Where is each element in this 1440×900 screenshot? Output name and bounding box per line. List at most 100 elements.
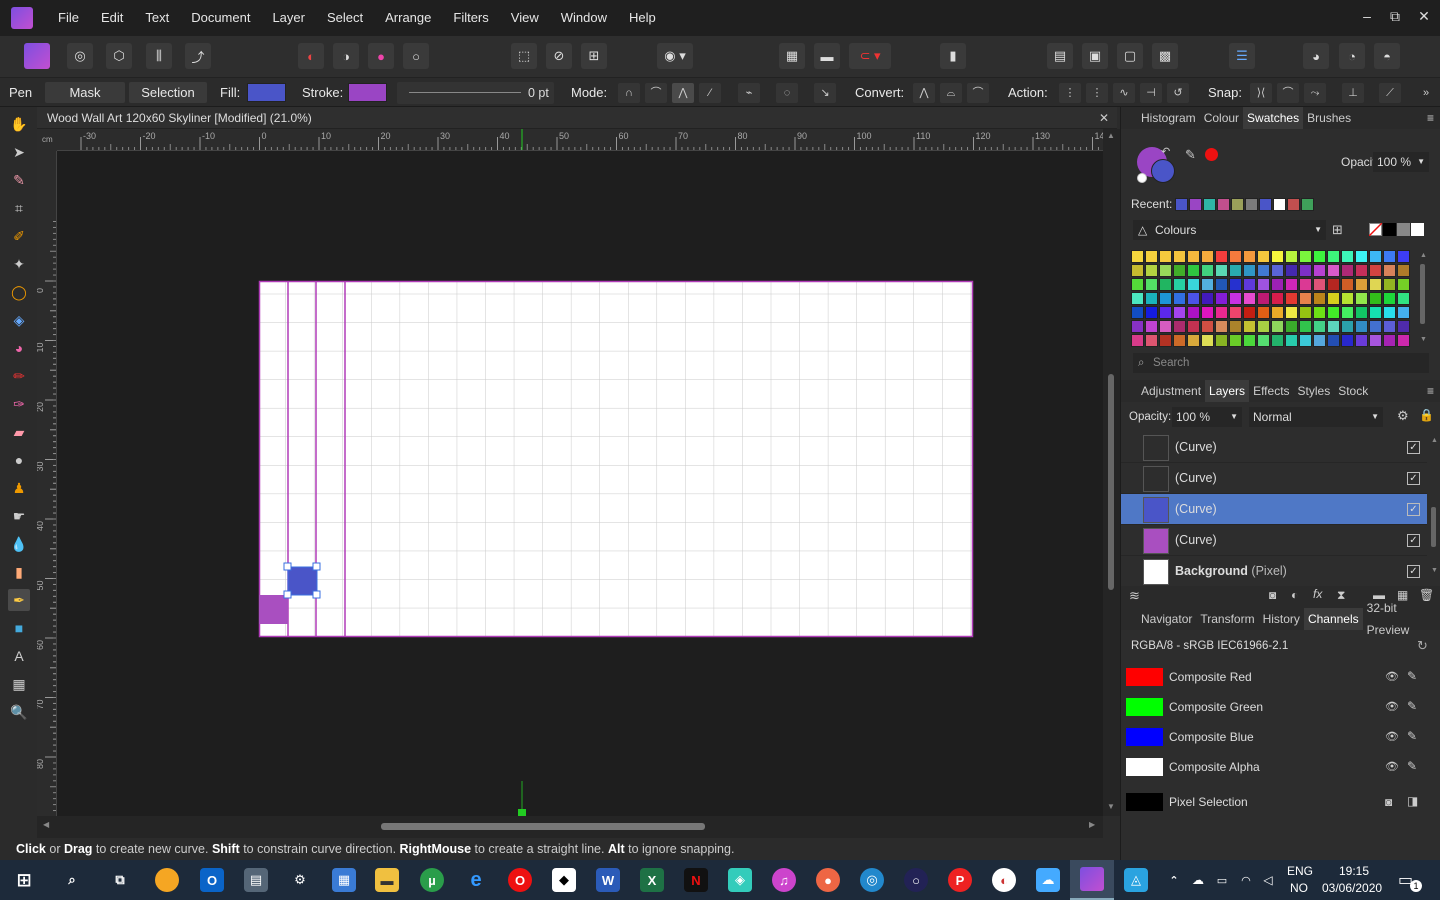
close-curve-icon[interactable]: ⋮ [1086, 83, 1108, 103]
recent-swatch[interactable] [1301, 198, 1314, 211]
mesh-warp-icon[interactable]: ▦ [8, 673, 30, 695]
windows-start-icon[interactable]: ⊞ [12, 868, 36, 892]
palette-swatch[interactable] [1271, 278, 1284, 291]
recent-swatch[interactable] [1287, 198, 1300, 211]
palette-swatch[interactable] [1131, 250, 1144, 263]
color-replacement-icon[interactable]: ✑ [8, 393, 30, 415]
palette-swatch[interactable] [1355, 264, 1368, 277]
recent-swatch[interactable] [1259, 198, 1272, 211]
restore-button[interactable]: ⧉ [1380, 0, 1410, 32]
liquify-persona-icon[interactable]: ◎ [67, 43, 93, 69]
snapping-magnet-icon[interactable]: ⊂ ▾ [849, 43, 891, 69]
palette-swatch[interactable] [1187, 334, 1200, 347]
palette-swatch[interactable] [1285, 292, 1298, 305]
language-code[interactable]: ENG [1287, 864, 1313, 878]
tab-navigator[interactable]: Navigator [1137, 608, 1196, 630]
volume-icon[interactable]: ◁ [1256, 868, 1280, 892]
horizontal-scroll-thumb[interactable] [381, 823, 705, 830]
zoom-tool-icon[interactable]: 🔍 [8, 701, 30, 723]
scroll-right-icon[interactable]: ▶ [1089, 820, 1095, 829]
close-window-button[interactable]: ✕ [1409, 0, 1439, 32]
palette-dropdown[interactable]: △ Colours ▼ [1133, 220, 1326, 240]
tab-channels[interactable]: Channels [1303, 608, 1363, 630]
pixel-selection-row[interactable]: Pixel Selection ◙ ◨ [1121, 787, 1437, 817]
palette-swatch[interactable] [1341, 292, 1354, 305]
palette-swatch[interactable] [1173, 278, 1186, 291]
color-picker-icon[interactable]: ✎ [8, 169, 30, 191]
palette-swatch[interactable] [1327, 334, 1340, 347]
palette-swatch[interactable] [1257, 278, 1270, 291]
blend-mode-dropdown[interactable]: Normal ▼ [1249, 407, 1383, 427]
join-curves-icon[interactable]: ⊣ [1140, 83, 1162, 103]
onedrive-icon[interactable]: ☁ [1186, 868, 1210, 892]
contextual-help-icon[interactable]: ▮ [940, 43, 966, 69]
maps-pin-icon[interactable]: ● [816, 868, 840, 892]
recent-swatch[interactable] [1245, 198, 1258, 211]
palette-swatch[interactable] [1327, 306, 1340, 319]
smudge-brush-icon[interactable]: ☛ [8, 505, 30, 527]
tab-history[interactable]: History [1259, 608, 1304, 630]
palette-swatch[interactable] [1229, 334, 1242, 347]
palette-swatch[interactable] [1187, 320, 1200, 333]
palette-scrollbar[interactable]: ▲ ▼ [1419, 252, 1427, 347]
selection-brush-icon[interactable]: ✐ [8, 225, 30, 247]
file-explorer-icon[interactable]: ▬ [375, 868, 399, 892]
palette-swatch[interactable] [1131, 278, 1144, 291]
close-document-icon[interactable]: ✕ [1099, 107, 1109, 129]
edit-channel-icon[interactable]: ✎ [1407, 669, 1417, 683]
pen-mode-icon[interactable]: ∩ [618, 83, 640, 103]
boolean-subtract-icon[interactable]: ◔ [1339, 43, 1365, 69]
document-page[interactable] [258, 280, 974, 638]
palette-swatch[interactable] [1355, 306, 1368, 319]
menu-window[interactable]: Window [550, 0, 618, 36]
convert-smooth-icon[interactable]: ⌓ [940, 83, 962, 103]
opera-icon[interactable]: O [508, 868, 532, 892]
fx-icon[interactable]: fx [1313, 587, 1322, 601]
text-tool-icon[interactable]: A [8, 645, 30, 667]
layer-opacity-field[interactable]: 100 % ▼ [1172, 407, 1242, 427]
menu-help[interactable]: Help [618, 0, 667, 36]
palette-swatch[interactable] [1341, 306, 1354, 319]
cloud-app-icon[interactable]: ☁ [1036, 868, 1060, 892]
palette-swatch[interactable] [1313, 306, 1326, 319]
affinity-photo-taskbar-icon[interactable] [1070, 860, 1114, 900]
palette-swatch[interactable] [1341, 334, 1354, 347]
tab-histogram[interactable]: Histogram [1137, 107, 1200, 129]
palette-swatch[interactable] [1145, 278, 1158, 291]
palette-swatch[interactable] [1229, 292, 1242, 305]
snap-guide-icon[interactable]: ⟋ [1379, 83, 1401, 103]
affinity-photo-icon[interactable] [11, 7, 33, 29]
keyboard-layout[interactable]: NO [1290, 881, 1308, 895]
palette-swatch[interactable] [1145, 292, 1158, 305]
menu-select[interactable]: Select [316, 0, 374, 36]
palette-swatch[interactable] [1299, 292, 1312, 305]
palette-swatch[interactable] [1159, 334, 1172, 347]
palette-swatch[interactable] [1215, 334, 1228, 347]
rubber-band-icon[interactable]: ↘ [814, 83, 836, 103]
convert-sharp-icon[interactable]: ⋀ [913, 83, 935, 103]
channel-row[interactable]: Composite Alpha 👁 ✎ [1121, 752, 1437, 782]
load-selection-icon[interactable]: ◙ [1385, 795, 1392, 809]
recent-swatch[interactable] [1203, 198, 1216, 211]
layer-stack-icon[interactable]: ≋ [1129, 588, 1140, 604]
palette-swatch[interactable] [1299, 264, 1312, 277]
edge-browser-icon[interactable]: e [464, 868, 488, 892]
palette-swatch[interactable] [1159, 250, 1172, 263]
palette-swatch[interactable] [1145, 306, 1158, 319]
convert-smart-icon[interactable]: ⌒ [967, 83, 989, 103]
export-persona-icon[interactable]: ⤴ [185, 43, 211, 69]
vertical-scroll-thumb[interactable] [1108, 374, 1114, 590]
more-options-icon[interactable]: » [1415, 83, 1437, 103]
palette-swatch[interactable] [1285, 320, 1298, 333]
horizontal-ruler[interactable]: -30 -20 -10 0 10 20 30 40 50 60 70 80 90 100 110 120 130… [57, 129, 1103, 151]
move-to-front-icon[interactable]: ▩ [1152, 43, 1178, 69]
palette-swatch[interactable] [1397, 278, 1410, 291]
palette-swatch[interactable] [1173, 264, 1186, 277]
tab-transform[interactable]: Transform [1196, 608, 1258, 630]
palette-swatch[interactable] [1215, 292, 1228, 305]
palette-swatch[interactable] [1131, 264, 1144, 277]
menu-document[interactable]: Document [180, 0, 261, 36]
palette-swatch[interactable] [1285, 278, 1298, 291]
save-selection-icon[interactable]: ◨ [1407, 794, 1418, 808]
healing-brush-icon[interactable]: ▮ [8, 561, 30, 583]
